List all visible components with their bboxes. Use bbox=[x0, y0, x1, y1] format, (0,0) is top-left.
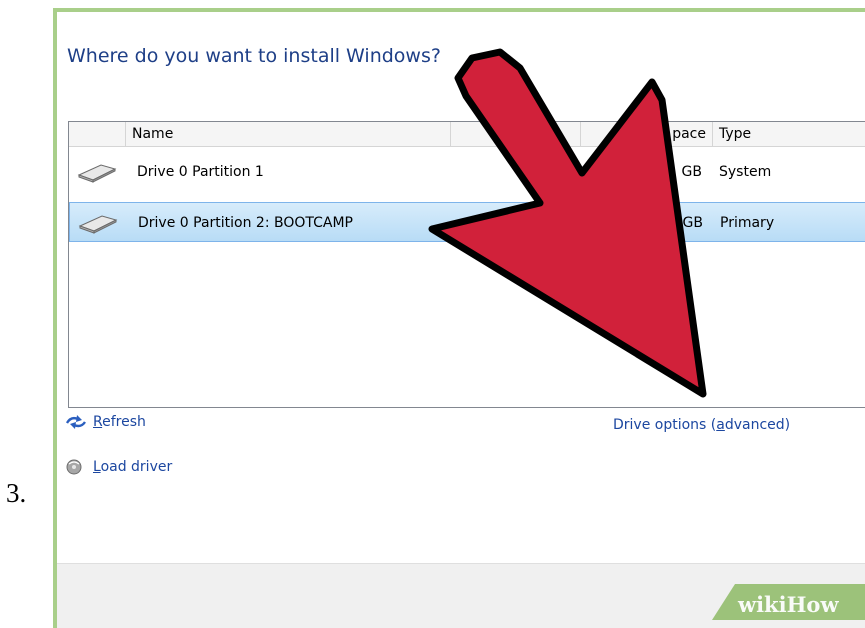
column-header-icon bbox=[69, 122, 125, 147]
watermark-how: How bbox=[786, 592, 839, 617]
wikihow-watermark: wikiHow bbox=[738, 592, 839, 617]
refresh-icon bbox=[65, 415, 86, 429]
hard-drive-icon bbox=[77, 164, 117, 183]
column-header-name[interactable]: Name bbox=[125, 122, 450, 147]
drive-options-link[interactable]: Drive options (advanced) bbox=[613, 417, 790, 433]
column-header-total-size[interactable] bbox=[450, 122, 580, 147]
hard-drive-icon bbox=[78, 215, 118, 234]
load-driver-accelerator: L bbox=[93, 459, 101, 475]
table-header: Name pace Type bbox=[69, 122, 865, 147]
refresh-accelerator: R bbox=[93, 414, 103, 430]
column-header-free-space[interactable]: pace bbox=[580, 122, 712, 147]
column-header-type[interactable]: Type bbox=[712, 122, 865, 147]
partition-name: Drive 0 Partition 2: BOOTCAMP bbox=[138, 215, 354, 231]
windows-setup-dialog: Where do you want to install Windows? Na… bbox=[53, 8, 865, 628]
load-driver-link[interactable]: Load driver bbox=[65, 458, 172, 476]
refresh-label: efresh bbox=[102, 414, 146, 430]
step-number: 3. bbox=[6, 478, 27, 508]
watermark-wiki: wiki bbox=[738, 592, 787, 617]
partition-type: System bbox=[719, 164, 772, 180]
refresh-link[interactable]: Refresh bbox=[65, 414, 146, 430]
partition-free-space: GB bbox=[681, 164, 702, 180]
dialog-title: Where do you want to install Windows? bbox=[67, 45, 441, 67]
drive-options-accelerator: a bbox=[716, 417, 725, 433]
partition-free-space: GB bbox=[682, 215, 703, 231]
table-row[interactable]: Drive 0 Partition 1 GB System bbox=[69, 152, 865, 192]
partition-table: Name pace Type Drive 0 Partition 1 GB Sy… bbox=[68, 121, 865, 408]
load-driver-icon bbox=[66, 459, 82, 475]
partition-name: Drive 0 Partition 1 bbox=[137, 164, 264, 180]
drive-options-rest: dvanced) bbox=[724, 417, 791, 433]
table-row-selected[interactable]: Drive 0 Partition 2: BOOTCAMP GB Primary bbox=[69, 202, 865, 242]
partition-type: Primary bbox=[720, 215, 775, 231]
drive-options-prefix: Drive options ( bbox=[613, 417, 717, 433]
load-driver-label: oad driver bbox=[100, 459, 173, 475]
